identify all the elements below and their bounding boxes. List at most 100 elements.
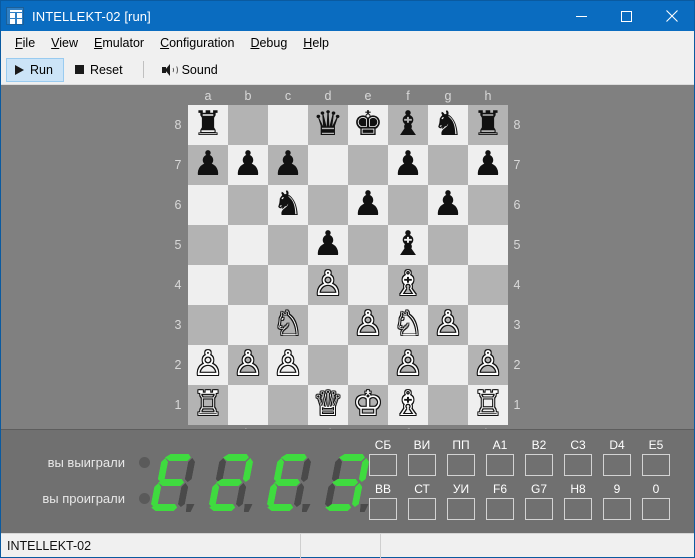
- keypad-key-button[interactable]: [369, 454, 397, 476]
- black-pawn-icon[interactable]: ♟: [353, 187, 383, 221]
- close-icon[interactable]: [649, 1, 694, 31]
- run-button[interactable]: Run: [6, 57, 64, 82]
- square-h6[interactable]: [468, 185, 508, 225]
- keypad-key-a1[interactable]: A1: [486, 438, 514, 476]
- square-f2[interactable]: ♙: [388, 345, 428, 385]
- square-b4[interactable]: [228, 265, 268, 305]
- square-d8[interactable]: ♛: [308, 105, 348, 145]
- black-knight-icon[interactable]: ♞: [273, 187, 303, 221]
- square-g4[interactable]: [428, 265, 468, 305]
- keypad-key-e5[interactable]: E5: [642, 438, 670, 476]
- white-pawn-icon[interactable]: ♙: [233, 347, 263, 381]
- square-h5[interactable]: [468, 225, 508, 265]
- square-d6[interactable]: [308, 185, 348, 225]
- keypad-key-button[interactable]: [525, 498, 553, 520]
- keypad-key-9[interactable]: 9: [603, 482, 631, 520]
- keypad-key-button[interactable]: [408, 454, 436, 476]
- square-c3[interactable]: ♘: [268, 305, 308, 345]
- white-pawn-icon[interactable]: ♙: [193, 347, 223, 381]
- black-pawn-icon[interactable]: ♟: [473, 147, 503, 181]
- square-f4[interactable]: ♗: [388, 265, 428, 305]
- keypad-key-c3[interactable]: C3: [564, 438, 592, 476]
- square-a2[interactable]: ♙: [188, 345, 228, 385]
- square-e4[interactable]: [348, 265, 388, 305]
- square-b3[interactable]: [228, 305, 268, 345]
- black-pawn-icon[interactable]: ♟: [273, 147, 303, 181]
- keypad-key-button[interactable]: [369, 498, 397, 520]
- menu-item-debug[interactable]: Debug: [242, 33, 295, 53]
- keypad-key-button[interactable]: [603, 498, 631, 520]
- keypad-key-ст[interactable]: СТ: [408, 482, 436, 520]
- menu-item-view[interactable]: View: [43, 33, 86, 53]
- keypad-key-0[interactable]: 0: [642, 482, 670, 520]
- square-d3[interactable]: [308, 305, 348, 345]
- black-bishop-icon[interactable]: ♝: [393, 227, 423, 261]
- keypad-key-d4[interactable]: D4: [603, 438, 631, 476]
- square-d7[interactable]: [308, 145, 348, 185]
- keypad-key-button[interactable]: [642, 454, 670, 476]
- square-f3[interactable]: ♘: [388, 305, 428, 345]
- keypad-key-уи[interactable]: УИ: [447, 482, 475, 520]
- black-pawn-icon[interactable]: ♟: [313, 227, 343, 261]
- square-c5[interactable]: [268, 225, 308, 265]
- black-pawn-icon[interactable]: ♟: [233, 147, 263, 181]
- square-h4[interactable]: [468, 265, 508, 305]
- white-pawn-icon[interactable]: ♙: [473, 347, 503, 381]
- keypad-key-button[interactable]: [564, 498, 592, 520]
- square-a8[interactable]: ♜: [188, 105, 228, 145]
- black-pawn-icon[interactable]: ♟: [433, 187, 463, 221]
- white-pawn-icon[interactable]: ♙: [353, 307, 383, 341]
- square-c6[interactable]: ♞: [268, 185, 308, 225]
- square-e2[interactable]: [348, 345, 388, 385]
- square-g7[interactable]: [428, 145, 468, 185]
- white-rook-icon[interactable]: ♖: [473, 387, 503, 421]
- square-b6[interactable]: [228, 185, 268, 225]
- square-a7[interactable]: ♟: [188, 145, 228, 185]
- keypad-key-button[interactable]: [525, 454, 553, 476]
- square-c8[interactable]: [268, 105, 308, 145]
- keypad-key-ви[interactable]: ВИ: [408, 438, 436, 476]
- square-h7[interactable]: ♟: [468, 145, 508, 185]
- minimize-icon[interactable]: [559, 1, 604, 31]
- white-king-icon[interactable]: ♔: [353, 387, 383, 421]
- white-rook-icon[interactable]: ♖: [193, 387, 223, 421]
- black-pawn-icon[interactable]: ♟: [393, 147, 423, 181]
- black-rook-icon[interactable]: ♜: [193, 107, 223, 141]
- square-g1[interactable]: [428, 385, 468, 425]
- black-king-icon[interactable]: ♚: [353, 107, 383, 141]
- black-rook-icon[interactable]: ♜: [473, 107, 503, 141]
- square-b7[interactable]: ♟: [228, 145, 268, 185]
- square-c4[interactable]: [268, 265, 308, 305]
- square-a6[interactable]: [188, 185, 228, 225]
- square-b8[interactable]: [228, 105, 268, 145]
- keypad-key-button[interactable]: [486, 498, 514, 520]
- square-e8[interactable]: ♚: [348, 105, 388, 145]
- chessboard[interactable]: a b c d e f g h 8 ♜ ♛ ♚ ♝ ♞ ♜ 8 7 ♟ ♟ ♟ ♟ ♟ 7 6 ♞ ♟ ♟ 6 5 ♟ ♝ 5 4 ♙ ♗ 4 3 ♘ ♙ ♘…: [168, 87, 526, 441]
- keypad-key-g7[interactable]: G7: [525, 482, 553, 520]
- white-bishop-icon[interactable]: ♗: [393, 387, 423, 421]
- square-b1[interactable]: [228, 385, 268, 425]
- square-g8[interactable]: ♞: [428, 105, 468, 145]
- square-e3[interactable]: ♙: [348, 305, 388, 345]
- square-c1[interactable]: [268, 385, 308, 425]
- square-g2[interactable]: [428, 345, 468, 385]
- menu-item-configuration[interactable]: Configuration: [152, 33, 242, 53]
- black-pawn-icon[interactable]: ♟: [193, 147, 223, 181]
- square-e6[interactable]: ♟: [348, 185, 388, 225]
- square-e7[interactable]: [348, 145, 388, 185]
- square-f8[interactable]: ♝: [388, 105, 428, 145]
- square-d5[interactable]: ♟: [308, 225, 348, 265]
- black-knight-icon[interactable]: ♞: [433, 107, 463, 141]
- square-f5[interactable]: ♝: [388, 225, 428, 265]
- square-a4[interactable]: [188, 265, 228, 305]
- white-bishop-icon[interactable]: ♗: [393, 267, 423, 301]
- black-queen-icon[interactable]: ♛: [313, 107, 343, 141]
- reset-button[interactable]: Reset: [66, 58, 134, 82]
- square-d1[interactable]: ♕: [308, 385, 348, 425]
- square-a5[interactable]: [188, 225, 228, 265]
- keypad-key-h8[interactable]: H8: [564, 482, 592, 520]
- square-c2[interactable]: ♙: [268, 345, 308, 385]
- maximize-icon[interactable]: [604, 1, 649, 31]
- keypad-key-button[interactable]: [447, 454, 475, 476]
- square-g3[interactable]: ♙: [428, 305, 468, 345]
